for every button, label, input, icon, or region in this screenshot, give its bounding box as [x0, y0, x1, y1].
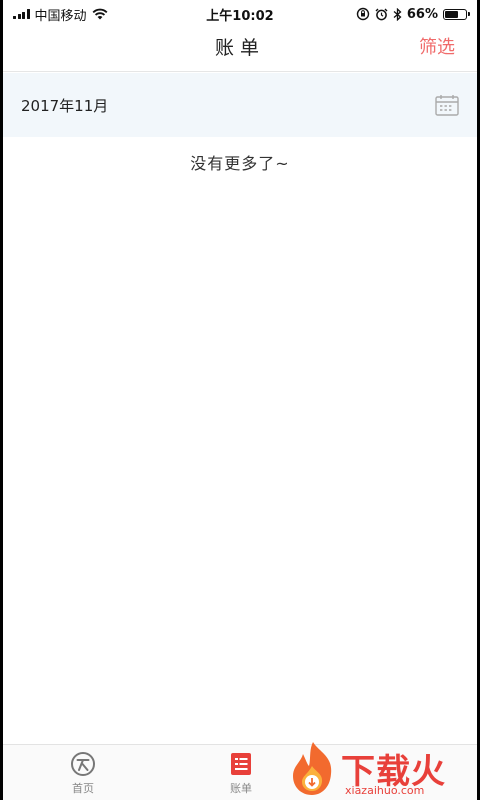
status-right: 66% [356, 6, 470, 22]
orientation-lock-icon [356, 7, 370, 21]
home-icon [71, 751, 95, 776]
bluetooth-icon [393, 7, 402, 21]
tab-home-label: 首页 [72, 781, 94, 795]
month-label: 2017年11月 [21, 96, 109, 115]
page-title: 账单 [214, 37, 265, 59]
month-header: 2017年11月 [3, 73, 477, 137]
bill-icon [231, 752, 251, 775]
wifi-icon [92, 8, 107, 20]
alarm-icon [375, 8, 388, 20]
signal-strength-icon [13, 9, 30, 19]
calendar-icon[interactable] [435, 94, 459, 116]
flame-logo-icon [293, 742, 332, 795]
no-more-text: 没有更多了~ [190, 154, 290, 173]
status-bar: 中国移动 上午10:02 66% [3, 0, 477, 28]
app-screen: 中国移动 上午10:02 66% 账单 筛选 2017年11月 没有更多了~ 首… [3, 0, 477, 800]
watermark-url: xiazaihuo.com [345, 784, 425, 797]
battery-icon [443, 8, 470, 20]
battery-level [445, 10, 459, 18]
watermark: 下载火 xiazaihuo.com [285, 738, 477, 800]
tab-bill-label: 账单 [230, 781, 252, 795]
tab-home[interactable]: 首页 [28, 745, 138, 800]
filter-button[interactable]: 筛选 [419, 28, 455, 72]
battery-percent: 66% [406, 6, 438, 22]
status-left: 中国移动 [13, 5, 108, 24]
tab-bill[interactable]: 账单 [186, 745, 296, 800]
nav-bar: 账单 筛选 [3, 28, 477, 72]
carrier-name: 中国移动 [34, 8, 87, 24]
